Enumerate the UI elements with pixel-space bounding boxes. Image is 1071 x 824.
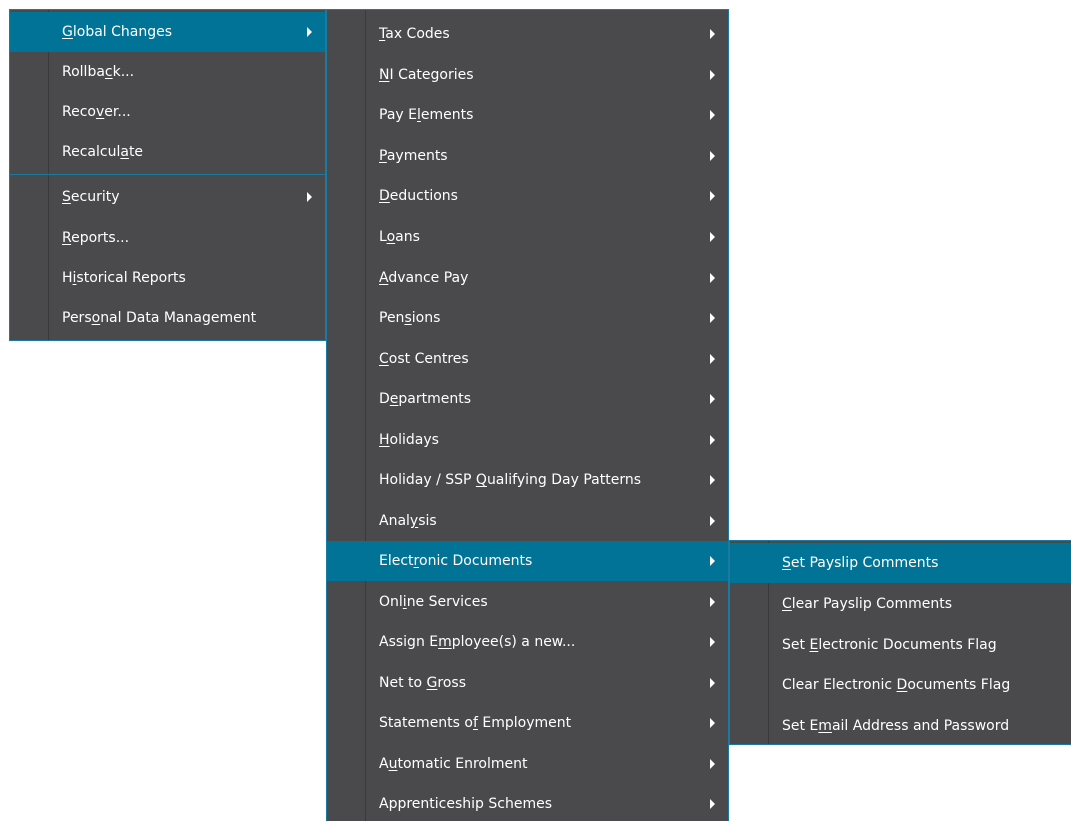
submenu-arrow-icon <box>710 597 715 607</box>
menu-item-set-payslip-comments[interactable]: Set Payslip Comments <box>730 543 1071 583</box>
global-changes-submenu: Tax Codes NI Categories Pay Elements Pay… <box>326 9 729 821</box>
menu-item-advance-pay[interactable]: Advance Pay <box>327 258 728 298</box>
submenu-arrow-icon <box>710 110 715 120</box>
submenu-arrow-icon <box>710 70 715 80</box>
menu-item-label: Automatic Enrolment <box>379 756 528 772</box>
menu-item-label: Recalculate <box>62 144 144 160</box>
menu-item-label: Clear Electronic Documents Flag <box>782 677 1011 693</box>
menu-item-deductions[interactable]: Deductions <box>327 176 728 216</box>
submenu-arrow-icon <box>710 151 715 161</box>
menu-item-label: Pensions <box>379 310 441 326</box>
submenu-arrow-icon <box>710 759 715 769</box>
menu-item-clear-payslip-comments[interactable]: Clear Payslip Comments <box>730 584 1071 624</box>
submenu-arrow-icon <box>307 192 312 202</box>
menu-item-label: Historical Reports <box>62 270 186 286</box>
submenu-arrow-icon <box>710 29 715 39</box>
menu-item-label: Net to Gross <box>379 675 466 691</box>
menu-item-label: Apprenticeship Schemes <box>379 796 552 812</box>
menu-item-clear-electronic-documents-flag[interactable]: Clear Electronic Documents Flag <box>730 665 1071 705</box>
menu-item-loans[interactable]: Loans <box>327 217 728 257</box>
menu-item-label: Set Electronic Documents Flag <box>782 637 997 653</box>
menu-item-departments[interactable]: Departments <box>327 379 728 419</box>
menu-item-label: Electronic Documents <box>379 553 533 569</box>
menu-item-apprenticeship-schemes[interactable]: Apprenticeship Schemes <box>327 784 728 824</box>
menu-item-cost-centres[interactable]: Cost Centres <box>327 339 728 379</box>
menu-item-set-email-address-and-password[interactable]: Set Email Address and Password <box>730 706 1071 746</box>
submenu-arrow-icon <box>710 313 715 323</box>
menu-item-label: Advance Pay <box>379 270 469 286</box>
menu-item-payments[interactable]: Payments <box>327 136 728 176</box>
submenu-arrow-icon <box>710 678 715 688</box>
menu-item-label: Rollback... <box>62 64 135 80</box>
menu-item-label: Set Payslip Comments <box>782 555 939 571</box>
submenu-arrow-icon <box>710 191 715 201</box>
submenu-arrow-icon <box>307 27 312 37</box>
main-menu: Global Changes Rollback... Recover... Re… <box>9 9 326 341</box>
menu-item-set-electronic-documents-flag[interactable]: Set Electronic Documents Flag <box>730 625 1071 665</box>
submenu-arrow-icon <box>710 516 715 526</box>
menu-item-historical-reports[interactable]: Historical Reports <box>10 258 325 298</box>
submenu-arrow-icon <box>710 273 715 283</box>
electronic-documents-submenu: Set Payslip Comments Clear Payslip Comme… <box>729 540 1071 745</box>
menu-item-holiday-ssp-patterns[interactable]: Holiday / SSP Qualifying Day Patterns <box>327 460 728 500</box>
menu-item-label: Personal Data Management <box>62 310 257 326</box>
submenu-arrow-icon <box>710 354 715 364</box>
submenu-arrow-icon <box>710 475 715 485</box>
menu-item-label: Analysis <box>379 513 437 529</box>
submenu-arrow-icon <box>710 232 715 242</box>
menu-item-pensions[interactable]: Pensions <box>327 298 728 338</box>
menu-item-online-services[interactable]: Online Services <box>327 582 728 622</box>
menu-item-label: Security <box>62 189 120 205</box>
menu-item-pay-elements[interactable]: Pay Elements <box>327 95 728 135</box>
menu-item-holidays[interactable]: Holidays <box>327 420 728 460</box>
menu-item-label: Cost Centres <box>379 351 469 367</box>
submenu-arrow-icon <box>710 637 715 647</box>
menu-item-label: Departments <box>379 391 472 407</box>
menu-item-label: Set Email Address and Password <box>782 718 1010 734</box>
menu-item-recover[interactable]: Recover... <box>10 92 325 132</box>
menu-item-ni-categories[interactable]: NI Categories <box>327 55 728 95</box>
menu-item-label: Statements of Employment <box>379 715 572 731</box>
menu-item-statements-of-employment[interactable]: Statements of Employment <box>327 703 728 743</box>
submenu-arrow-icon <box>710 799 715 809</box>
menu-item-label: Holidays <box>379 432 439 448</box>
menu-item-label: Reports... <box>62 230 130 246</box>
submenu-arrow-icon <box>710 435 715 445</box>
menu-item-label: Pay Elements <box>379 107 474 123</box>
submenu-arrow-icon <box>710 394 715 404</box>
menu-item-recalculate[interactable]: Recalculate <box>10 132 325 172</box>
menu-item-global-changes[interactable]: Global Changes <box>10 12 325 52</box>
menu-item-label: Assign Employee(s) a new... <box>379 634 576 650</box>
menu-item-analysis[interactable]: Analysis <box>327 501 728 541</box>
menu-item-rollback[interactable]: Rollback... <box>10 52 325 92</box>
menu-item-label: Online Services <box>379 594 488 610</box>
menu-item-label: NI Categories <box>379 67 474 83</box>
submenu-arrow-icon <box>710 556 715 566</box>
menu-item-label: Payments <box>379 148 448 164</box>
menu-item-automatic-enrolment[interactable]: Automatic Enrolment <box>327 744 728 784</box>
menu-item-tax-codes[interactable]: Tax Codes <box>327 14 728 54</box>
menu-item-assign-employees[interactable]: Assign Employee(s) a new... <box>327 622 728 662</box>
menu-item-label: Recover... <box>62 104 131 120</box>
menu-item-net-to-gross[interactable]: Net to Gross <box>327 663 728 703</box>
submenu-arrow-icon <box>710 718 715 728</box>
menu-item-label: Holiday / SSP Qualifying Day Patterns <box>379 472 641 488</box>
menu-item-personal-data-management[interactable]: Personal Data Management <box>10 298 325 338</box>
menu-item-reports[interactable]: Reports... <box>10 218 325 258</box>
menu-item-label: Tax Codes <box>379 26 450 42</box>
menu-item-label: Global Changes <box>62 24 173 40</box>
menu-item-electronic-documents[interactable]: Electronic Documents <box>327 541 728 581</box>
menu-item-security[interactable]: Security <box>10 177 325 217</box>
menu-separator <box>10 174 325 175</box>
menu-item-label: Clear Payslip Comments <box>782 596 953 612</box>
menu-item-label: Loans <box>379 229 420 245</box>
menu-item-label: Deductions <box>379 188 458 204</box>
